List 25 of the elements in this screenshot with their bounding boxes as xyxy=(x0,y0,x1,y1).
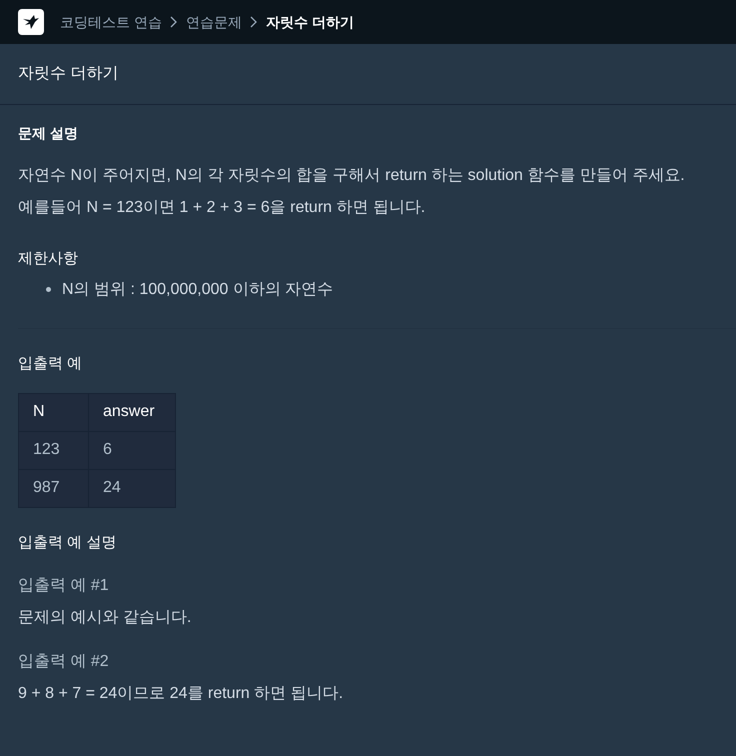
column-header: answer xyxy=(88,393,176,432)
table-cell: 24 xyxy=(88,469,176,508)
breadcrumb-link[interactable]: 연습문제 xyxy=(186,12,242,32)
section-heading: 문제 설명 xyxy=(18,125,79,142)
section-heading: 제한사항 xyxy=(18,250,79,268)
section-heading: 입출력 예 설명 xyxy=(18,534,118,552)
example-text: 문제의 예시와 같습니다. xyxy=(18,608,192,628)
constraint-item: N의 범위 : 100,000,000 이하의 자연수 xyxy=(62,280,334,300)
description-text: 자연수 N이 주어지면, N의 각 자릿수의 합을 구해서 return 하는 solution 함수를 만들어 주세요. xyxy=(18,166,686,186)
problem-title: 자릿수 더하기 xyxy=(18,64,118,84)
example-text: 9 + 8 + 7 = 24이므로 24를 return 하면 됩니다. xyxy=(18,684,344,704)
bullet-icon xyxy=(46,287,51,292)
chevron-icon xyxy=(170,16,178,28)
chevron-icon xyxy=(250,16,258,28)
description-text: 예를들어 N = 123이면 1 + 2 + 3 = 6을 return 하면 됩니다. xyxy=(18,198,426,218)
logo-icon[interactable] xyxy=(18,9,44,35)
column-header: N xyxy=(18,393,88,432)
example-title: 입출력 예 #2 xyxy=(18,652,110,672)
current-page-crumb[interactable]: 자릿수 더하기 xyxy=(266,12,354,32)
table-cell: 987 xyxy=(18,469,88,508)
table-cell: 123 xyxy=(18,431,88,470)
table-cell: 6 xyxy=(88,431,176,470)
section-heading: 입출력 예 xyxy=(18,354,84,373)
example-title: 입출력 예 #1 xyxy=(18,576,110,596)
breadcrumb-link[interactable]: 코딩테스트 연습 xyxy=(60,12,162,32)
